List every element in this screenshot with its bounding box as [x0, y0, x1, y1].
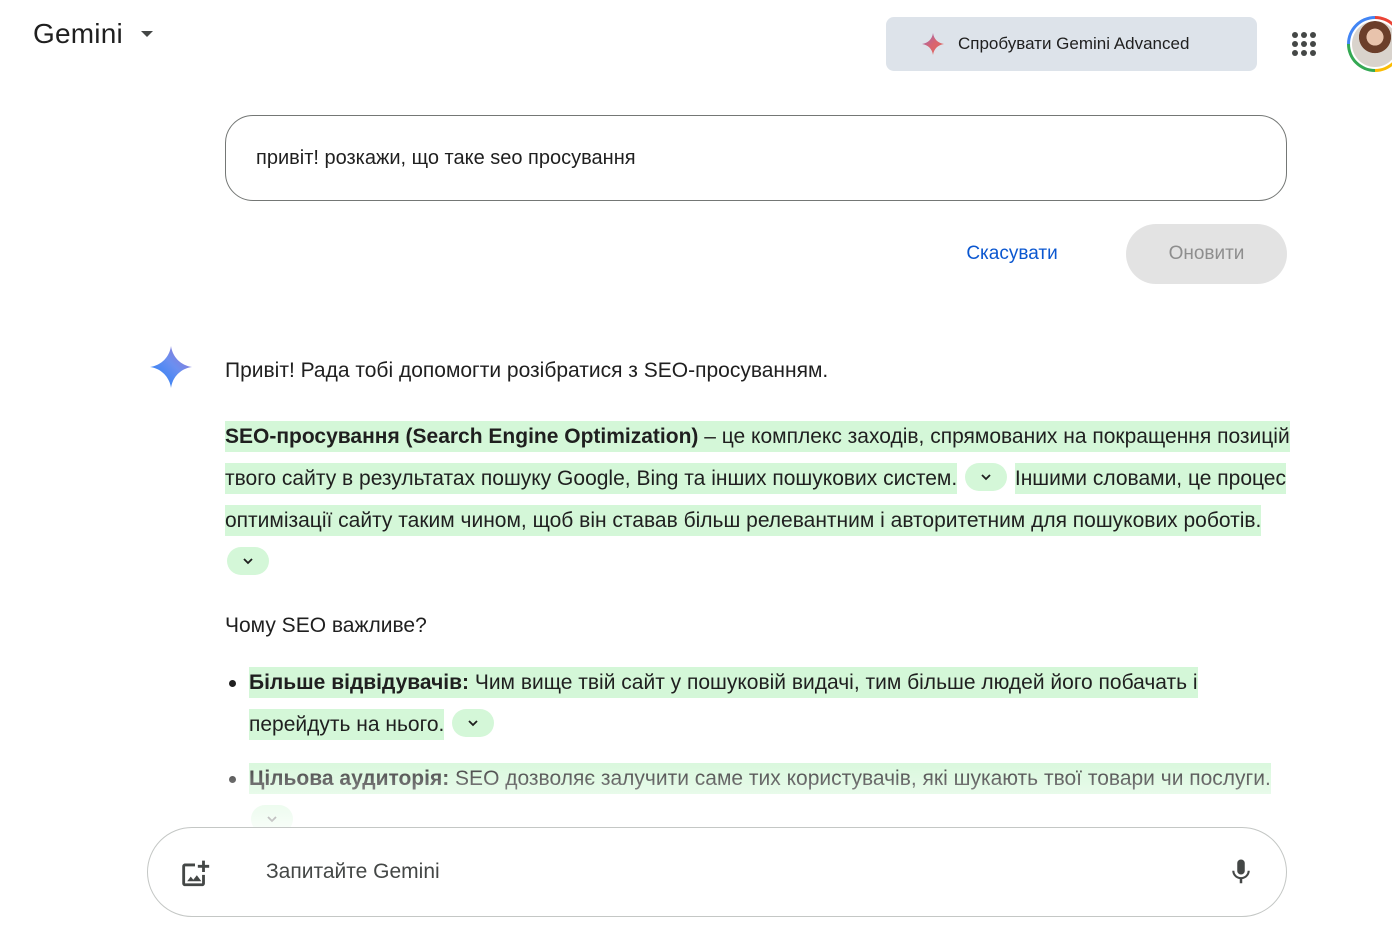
cancel-button[interactable]: Скасувати	[938, 224, 1086, 284]
response-greeting: Привіт! Рада тобі допомогти розібратися …	[225, 359, 829, 382]
add-image-icon[interactable]	[178, 855, 212, 889]
try-advanced-button[interactable]: Спробувати Gemini Advanced	[886, 17, 1257, 71]
section-heading: Чому SEO важливе?	[225, 614, 427, 637]
list-item: Цільова аудиторія: SEO дозволяє залучити…	[225, 758, 1295, 830]
gemini-logo-icon	[150, 346, 192, 388]
prompt-input[interactable]	[266, 860, 1226, 884]
response-definition: SEO-просування (Search Engine Optimizati…	[225, 416, 1295, 584]
source-chip[interactable]	[227, 547, 269, 576]
chevron-down-icon	[981, 474, 991, 481]
app-title: Gemini	[33, 18, 123, 49]
try-advanced-label: Спробувати Gemini Advanced	[958, 34, 1190, 53]
edit-prompt-field[interactable]: привіт! розкажи, що таке seo просування	[225, 115, 1287, 201]
list-item: Більше відвідувачів: Чим вище твій сайт …	[225, 662, 1295, 746]
source-chip[interactable]	[965, 463, 1008, 492]
chevron-down-icon	[243, 558, 253, 565]
definition-term: SEO-просування (Search Engine Optimizati…	[225, 425, 699, 448]
prompt-bar	[147, 827, 1287, 917]
mic-icon[interactable]	[1226, 857, 1256, 887]
caret-down-icon	[140, 31, 153, 37]
app-title-menu[interactable]: Gemini	[33, 18, 153, 50]
chevron-down-icon	[468, 720, 478, 727]
bullet-text: SEO дозволяє залучити саме тих користува…	[449, 767, 1271, 790]
update-button[interactable]: Оновити	[1126, 224, 1287, 284]
source-chip[interactable]	[452, 709, 495, 738]
avatar[interactable]	[1347, 16, 1392, 72]
bullet-term: Більше відвідувачів:	[249, 671, 469, 694]
gemini-response: Привіт! Рада тобі допомогти розібратися …	[225, 352, 1295, 830]
edit-prompt-text[interactable]: привіт! розкажи, що таке seo просування	[256, 147, 636, 170]
apps-grid-icon[interactable]	[1289, 29, 1319, 59]
bullet-term: Цільова аудиторія:	[249, 767, 450, 790]
benefits-list: Більше відвідувачів: Чим вище твій сайт …	[225, 662, 1295, 830]
gemini-spark-icon	[922, 33, 944, 55]
chevron-down-icon	[267, 816, 277, 823]
